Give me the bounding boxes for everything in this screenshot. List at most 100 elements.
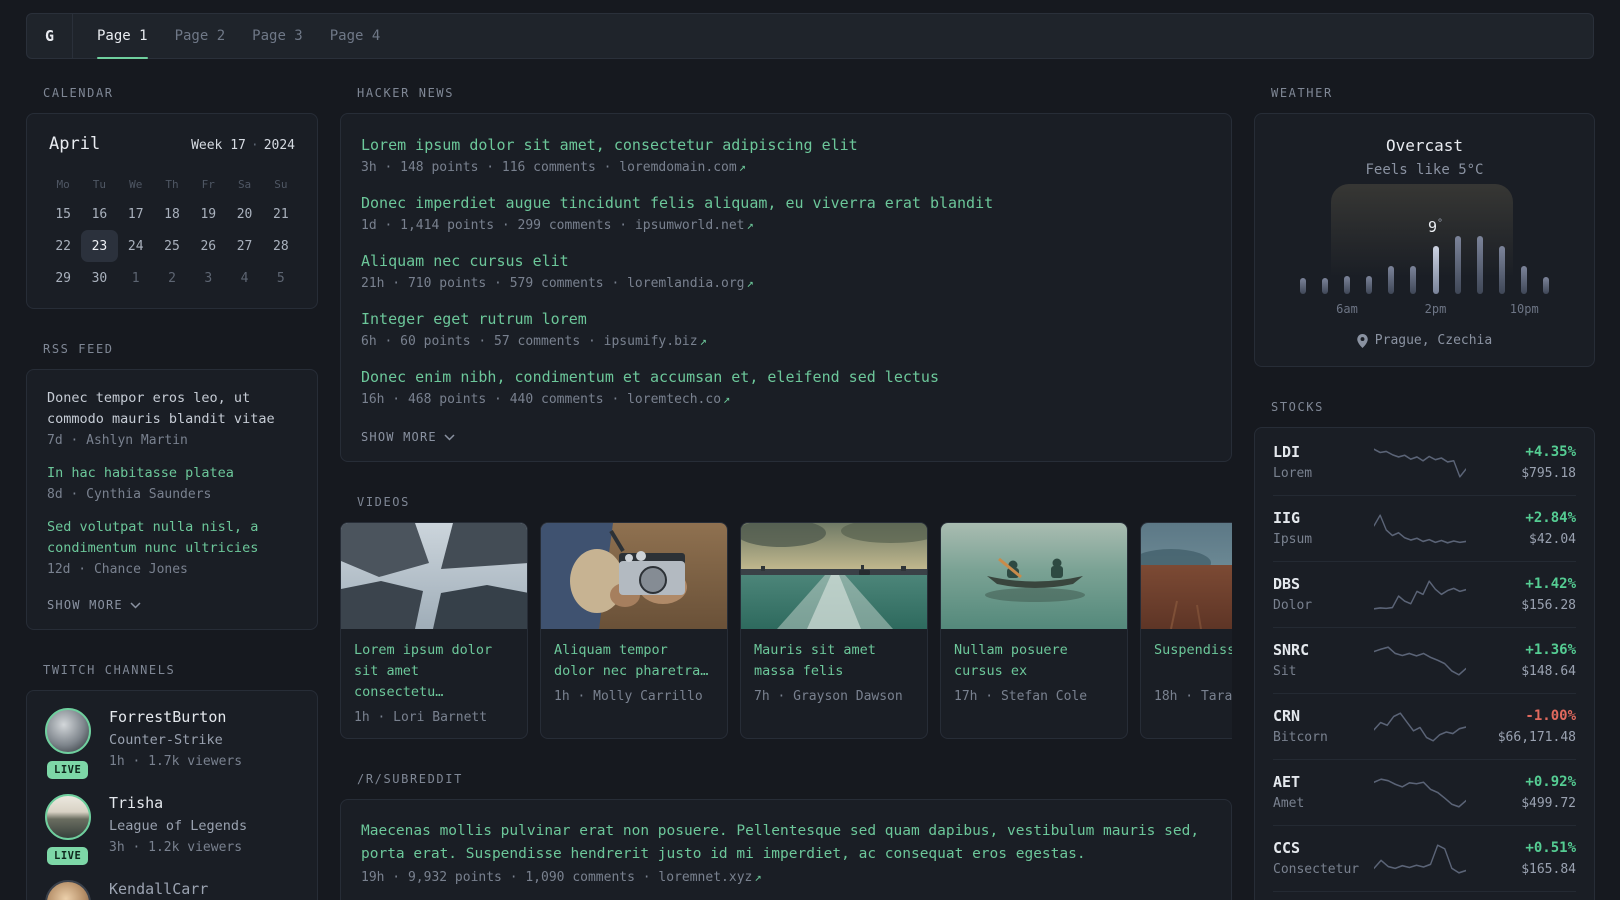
- calendar-day: 16: [91, 206, 108, 222]
- twitch-channel-name[interactable]: KendallCarr: [109, 880, 208, 899]
- stock-row[interactable]: CCS Consectetur +0.51% $165.84: [1273, 825, 1576, 891]
- twitch-channel-meta: 3h · 1.2k viewers: [109, 840, 243, 855]
- twitch-section: TWITCH CHANNELS LIVE ForrestBurton Count…: [26, 663, 318, 900]
- stock-row[interactable]: AET Amet +0.92% $499.72: [1273, 759, 1576, 825]
- hn-story-title[interactable]: Aliquam nec cursus elit: [361, 250, 1211, 272]
- tab-page-1[interactable]: Page 1: [97, 14, 148, 59]
- rss-item-title[interactable]: Sed volutpat nulla nisl, a condimentum n…: [47, 517, 297, 559]
- tab-page-3[interactable]: Page 3: [252, 14, 303, 58]
- weather-bar: [1410, 266, 1417, 294]
- hn-story-title[interactable]: Lorem ipsum dolor sit amet, consectetur …: [361, 134, 1211, 156]
- video-card[interactable]: Nullam posuere cursus ex 17h · Stefan Co…: [940, 522, 1128, 739]
- calendar-week-year: Week 17 · 2024: [191, 138, 295, 153]
- weather-bar: [1366, 276, 1373, 294]
- video-card-body: Suspendisse diam 18h · Tara: [1141, 629, 1232, 717]
- video-card[interactable]: Suspendisse diam 18h · Tara: [1140, 522, 1232, 739]
- video-title[interactable]: Aliquam tempor dolor nec pharetra…: [554, 640, 714, 682]
- calendar-week-label: Week 17: [191, 138, 246, 153]
- stock-name: Bitcorn: [1273, 730, 1328, 745]
- live-badge: LIVE: [47, 847, 89, 865]
- stock-price: $156.28: [1521, 598, 1576, 613]
- stock-ticker: SNRC: [1273, 641, 1310, 659]
- twitch-channel-name[interactable]: Trisha: [109, 794, 247, 813]
- external-link-icon[interactable]: ↗: [739, 160, 746, 174]
- video-card-body: Lorem ipsum dolor sit amet consectetu… 1…: [341, 629, 527, 738]
- video-title[interactable]: Nullam posuere cursus ex: [954, 640, 1114, 682]
- hackernews-section-title: HACKER NEWS: [357, 86, 455, 100]
- hn-story-meta: 6h · 60 points · 57 comments · ipsumify.…: [361, 334, 1211, 349]
- location-pin-icon: [1357, 333, 1368, 348]
- hn-story: Donec enim nibh, condimentum et accumsan…: [361, 366, 1211, 407]
- twitch-widget: LIVE ForrestBurton Counter-Strike 1h · 1…: [26, 690, 318, 900]
- external-link-icon[interactable]: ↗: [700, 334, 707, 348]
- hn-story-meta: 21h · 710 points · 579 comments · loreml…: [361, 276, 1211, 291]
- stock-price: $66,171.48: [1497, 730, 1576, 745]
- video-card-body: Nullam posuere cursus ex 17h · Stefan Co…: [941, 629, 1127, 717]
- video-title[interactable]: Mauris sit amet massa felis: [754, 640, 914, 682]
- external-link-icon[interactable]: ↗: [747, 218, 754, 232]
- video-title[interactable]: Lorem ipsum dolor sit amet consectetu…: [354, 640, 514, 703]
- stock-change: +0.51%: [1525, 840, 1576, 856]
- stock-name: Amet: [1273, 796, 1305, 811]
- twitch-channel-row[interactable]: LIVE ForrestBurton Counter-Strike 1h · 1…: [45, 708, 299, 779]
- calendar-weekday: Sa: [237, 177, 252, 191]
- twitch-channel-row[interactable]: LIVE Trisha League of Legends 3h · 1.2k …: [45, 794, 299, 865]
- video-thumbnail-camera: [541, 523, 727, 629]
- video-card-body: Mauris sit amet massa felis 7h · Grayson…: [741, 629, 927, 717]
- twitch-channel-name[interactable]: ForrestBurton: [109, 708, 242, 727]
- hn-story-meta: 1d · 1,414 points · 299 comments · ipsum…: [361, 218, 1211, 233]
- hn-show-more-button[interactable]: SHOW MORE: [361, 430, 455, 444]
- weather-feels-like: Feels like 5°C: [1365, 162, 1484, 178]
- weather-condition: Overcast: [1385, 136, 1464, 155]
- reddit-widget: Maecenas mollis pulvinar erat non posuer…: [340, 799, 1232, 900]
- stock-row[interactable]: SNRC Sit +1.36% $148.64: [1273, 627, 1576, 693]
- calendar-weekday-row: Mo Tu We Th Fr Sa Su: [45, 170, 299, 198]
- video-card[interactable]: Mauris sit amet massa felis 7h · Grayson…: [740, 522, 928, 739]
- hn-story-title[interactable]: Donec enim nibh, condimentum et accumsan…: [361, 366, 1211, 388]
- hn-story-domain-link[interactable]: loremtech.co: [627, 392, 721, 407]
- twitch-channel-row[interactable]: KendallCarr: [45, 880, 299, 900]
- show-more-label: SHOW MORE: [361, 430, 437, 444]
- video-card[interactable]: Lorem ipsum dolor sit amet consectetu… 1…: [340, 522, 528, 739]
- rss-item-title[interactable]: Donec tempor eros leo, ut commodo mauris…: [47, 388, 297, 430]
- tab-page-2[interactable]: Page 2: [175, 14, 226, 58]
- stock-row[interactable]: LDI Lorem +4.35% $795.18: [1273, 430, 1576, 495]
- videos-section: VIDEOS Lorem ipsum dolor sit amet consec…: [340, 495, 1232, 739]
- video-card[interactable]: Aliquam tempor dolor nec pharetra… 1h · …: [540, 522, 728, 739]
- reddit-post-domain-link[interactable]: loremnet.xyz: [658, 870, 752, 885]
- external-link-icon[interactable]: ↗: [747, 276, 754, 290]
- rss-item-meta: 12d · Chance Jones: [47, 562, 188, 577]
- hour-label: 6am: [1336, 302, 1358, 316]
- rss-item-title[interactable]: In hac habitasse platea: [47, 463, 297, 484]
- hn-story-domain-link[interactable]: loremdomain.com: [619, 160, 736, 175]
- reddit-post-title[interactable]: Maecenas mollis pulvinar erat non posuer…: [361, 820, 1211, 866]
- hn-story-title[interactable]: Integer eget rutrum lorem: [361, 308, 1211, 330]
- stock-sparkline: [1373, 513, 1466, 544]
- stock-row[interactable]: IIG Ipsum +2.84% $42.04: [1273, 495, 1576, 561]
- calendar-day: 15: [55, 206, 71, 222]
- hn-story-domain-link[interactable]: ipsumworld.net: [635, 218, 745, 233]
- rss-section-title: RSS FEED: [43, 342, 114, 356]
- calendar-day: 19: [200, 206, 217, 222]
- stock-sparkline: [1373, 711, 1466, 742]
- stock-ticker: CRN: [1273, 707, 1301, 725]
- video-title[interactable]: Suspendisse diam: [1154, 640, 1232, 682]
- tab-page-4[interactable]: Page 4: [330, 14, 381, 58]
- stocks-widget: LDI Lorem +4.35% $795.18 IIG Ipsum +2.84% $4…: [1254, 427, 1595, 900]
- rss-item: In hac habitasse platea 8d · Cynthia Sau…: [47, 463, 297, 502]
- external-link-icon[interactable]: ↗: [754, 870, 761, 884]
- video-meta: 7h · Grayson Dawson: [754, 689, 903, 704]
- twitch-channel-info: Trisha League of Legends 3h · 1.2k viewe…: [109, 794, 247, 857]
- calendar-weekday: Fr: [201, 177, 215, 191]
- stock-row[interactable]: DBS Dolor +1.42% $156.28: [1273, 561, 1576, 627]
- calendar-day: 5: [276, 270, 285, 286]
- rss-item-meta: 7d · Ashlyn Martin: [47, 433, 188, 448]
- external-link-icon[interactable]: ↗: [723, 392, 730, 406]
- stock-row[interactable]: AHS +0.46%: [1273, 891, 1576, 900]
- twitch-channel-game: Counter-Strike: [109, 732, 223, 748]
- hn-story-domain-link[interactable]: loremlandia.org: [627, 276, 744, 291]
- stock-row[interactable]: CRN Bitcorn -1.00% $66,171.48: [1273, 693, 1576, 759]
- hn-story-domain-link[interactable]: ipsumify.biz: [604, 334, 698, 349]
- rss-show-more-button[interactable]: SHOW MORE: [47, 598, 141, 612]
- hn-story-title[interactable]: Donec imperdiet augue tincidunt felis al…: [361, 192, 1211, 214]
